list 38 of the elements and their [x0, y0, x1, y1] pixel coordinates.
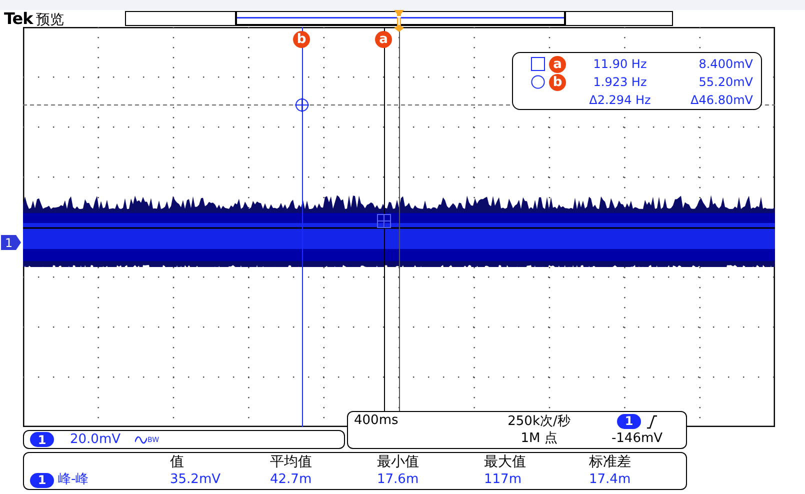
measurement-value: 35.2mV [170, 471, 222, 489]
cursor-voltage: 8.400mV [698, 57, 753, 71]
time-scale: 400ms [354, 413, 398, 428]
vertical-cursor-line[interactable] [302, 27, 304, 427]
vertical-scale: 20.0mV [70, 432, 121, 447]
crosshair-icon [295, 98, 309, 112]
column-header: 值 [170, 453, 185, 471]
brand-logo: Tek [4, 9, 33, 28]
cursor-badge: a [549, 56, 566, 72]
wave-icon [134, 434, 147, 444]
cursor-frequency: 1.923 Hz [592, 75, 648, 89]
cursor-badge: b [549, 74, 566, 90]
cursor-frequency: 11.90 Hz [592, 57, 648, 71]
channel-badge[interactable]: 1 [30, 432, 54, 447]
measurement-value: 17.6m [377, 471, 420, 489]
column-header: 标准差 [589, 453, 632, 471]
square-marker-icon [377, 214, 391, 228]
cursor-voltage: 55.20mV [698, 75, 753, 89]
record-length: 1M 点 [520, 430, 558, 447]
column-header: 最小值 [377, 453, 420, 471]
sample-rate: 250k次/秒 [508, 413, 570, 430]
measurement-value: 42.7m [270, 471, 313, 489]
measurement-value: 117m [484, 471, 522, 489]
delta-voltage: Δ46.80mV [690, 93, 753, 107]
trigger-level: -146mV [611, 430, 663, 447]
vertical-cursor-line[interactable] [384, 27, 386, 411]
square-cursor-icon [531, 57, 545, 71]
channel-badge: 1 [30, 472, 54, 488]
mode-label: 预览 [36, 11, 64, 29]
measurement-value: 17.4m [589, 471, 632, 489]
circle-cursor-icon [531, 75, 545, 89]
measurement-name: 峰-峰 [58, 471, 89, 489]
rising-edge-icon [647, 414, 657, 428]
channel-marker[interactable]: 1 [1, 235, 21, 250]
delta-frequency: Δ2.294 Hz [588, 93, 652, 107]
trigger-source-badge: 1 [617, 414, 641, 429]
column-header: 平均值 [270, 453, 313, 471]
column-header: 最大值 [484, 453, 527, 471]
